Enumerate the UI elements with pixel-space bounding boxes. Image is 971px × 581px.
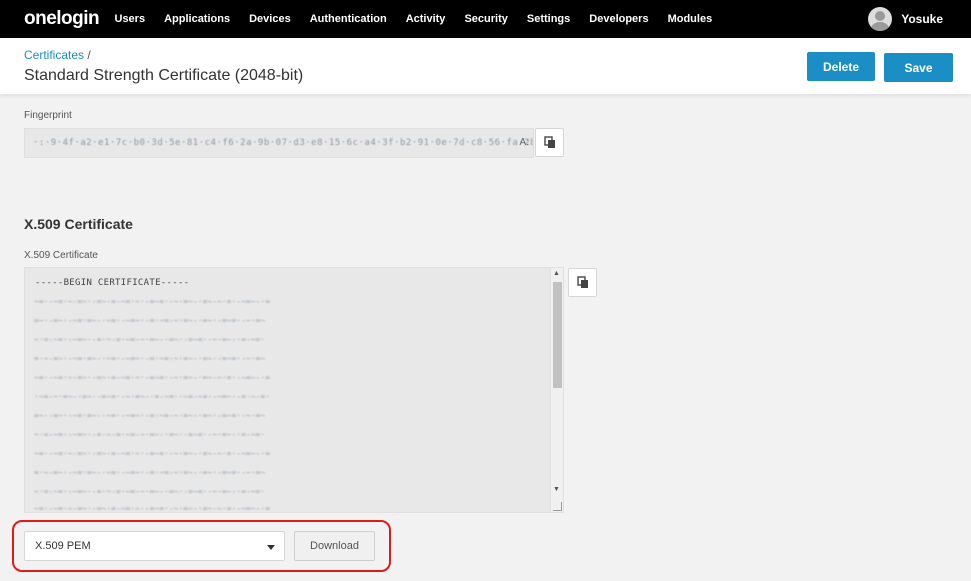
- nav-item-modules[interactable]: Modules: [668, 13, 713, 25]
- certificate-line: =·~-=~·-~=·=~-·~=·-~=~·-=·~=-~·=~-·=~·-=…: [34, 356, 266, 362]
- certificate-line: =·~-=~·-~=·=~-·~=·-~=~·-=·~=-~·=~-·=~·-=…: [34, 470, 266, 476]
- copy-fingerprint-button[interactable]: [535, 128, 564, 157]
- page-header: Certificates / Standard Strength Certifi…: [0, 38, 971, 94]
- nav-item-applications[interactable]: Applications: [164, 13, 230, 25]
- certificate-line: ~·=-~=·-~=~·-=·~-=·~=-~·=~-·=~·-=~=·-~·=…: [34, 432, 266, 438]
- breadcrumb-link-certificates[interactable]: Certificates: [24, 48, 84, 62]
- fingerprint-field[interactable]: ·:·9·4f·a2·e1·7c·b0·3d·5e·81·c4·f6·2a·9b…: [24, 128, 534, 158]
- save-button[interactable]: Save: [884, 53, 953, 82]
- copy-certificate-button[interactable]: [568, 268, 597, 297]
- chevron-down-icon: [267, 545, 275, 550]
- certificate-line: =~·-=~·-~=·=~-·~=·-~=~·-=·~=-~·=~-·=~·-=…: [34, 413, 266, 419]
- scroll-down-arrow-icon[interactable]: ▼: [553, 486, 560, 493]
- top-nav-bar: onelogin Users Applications Devices Auth…: [0, 0, 971, 38]
- nav-item-security[interactable]: Security: [464, 13, 507, 25]
- copy-icon: [543, 136, 555, 148]
- certificate-line: ~=·-~=·~-=~·-=~·=-~=·~·-=~=·-~·=~-·=~-~·…: [34, 299, 271, 305]
- nav-item-settings[interactable]: Settings: [527, 13, 570, 25]
- certificate-begin-line: -----BEGIN CERTIFICATE-----: [35, 278, 190, 288]
- fingerprint-value-end: A:: [519, 137, 529, 148]
- nav-item-users[interactable]: Users: [115, 13, 146, 25]
- certificate-line: =~·-=~·-~=·=~-·~=·-~=~·-=·~=-~·=~-·=~·-=…: [34, 318, 266, 324]
- certificate-line: ~=·-~=·~-=~·-=~·=-~=·~·-=~=·-~·=~-·=~-~·…: [34, 506, 271, 512]
- nav-item-developers[interactable]: Developers: [589, 13, 648, 25]
- certificate-line: ~=·-~=·~-=~·-=~·=-~=·~·-=~=·-~·=~-·=~-~·…: [34, 375, 271, 381]
- nav-item-devices[interactable]: Devices: [249, 13, 291, 25]
- nav-item-authentication[interactable]: Authentication: [310, 13, 387, 25]
- delete-button[interactable]: Delete: [807, 52, 875, 81]
- certificate-line: ·~=-~·=~-·=~·-=~=·-~·=~-·=-~=··~=-~=·-~=…: [34, 394, 271, 400]
- user-avatar-icon: [868, 7, 893, 31]
- certificate-format-select[interactable]: X.509 PEM: [24, 531, 285, 561]
- fingerprint-label: Fingerprint: [24, 110, 72, 121]
- nav-item-activity[interactable]: Activity: [406, 13, 446, 25]
- x509-certificate-textarea[interactable]: -----BEGIN CERTIFICATE----- ~=·-~=·~-=~·…: [24, 267, 564, 513]
- x509-section-heading: X.509 Certificate: [24, 216, 133, 232]
- page-title: Standard Strength Certificate (2048-bit): [24, 67, 304, 84]
- scroll-up-arrow-icon[interactable]: ▲: [553, 270, 560, 277]
- main-nav: Users Applications Devices Authenticatio…: [105, 0, 722, 38]
- certificate-line: ~=·-~=·~-=~·-=~·=-~=·~·-=~=·-~·=~-·=~-~·…: [34, 451, 271, 457]
- onelogin-logo[interactable]: onelogin: [24, 8, 100, 30]
- resize-grip-icon[interactable]: [553, 502, 562, 511]
- certificate-line: ~·=-~=·-~=~·-=·~-=·~=-~·=~-·=~·-=~=·-~·=…: [34, 489, 266, 495]
- user-name: Yosuke: [901, 12, 943, 26]
- breadcrumb-separator: /: [87, 48, 91, 62]
- scroll-thumb[interactable]: [553, 282, 562, 388]
- x509-field-label: X.509 Certificate: [24, 250, 98, 261]
- fingerprint-value: ·:·9·4f·a2·e1·7c·b0·3d·5e·81·c4·f6·2a·9b…: [33, 138, 533, 148]
- certificate-scrollbar[interactable]: ▲ ▼: [550, 268, 563, 512]
- user-menu[interactable]: Yosuke: [868, 7, 943, 31]
- copy-icon: [576, 276, 588, 288]
- certificate-format-value: X.509 PEM: [35, 540, 91, 552]
- download-button[interactable]: Download: [294, 531, 375, 561]
- certificate-line: ~·=-~=·-~=~·-=·~-=·~=-~·=~-·=~·-=~=·-~·=…: [34, 337, 266, 343]
- breadcrumb: Certificates /: [24, 48, 91, 62]
